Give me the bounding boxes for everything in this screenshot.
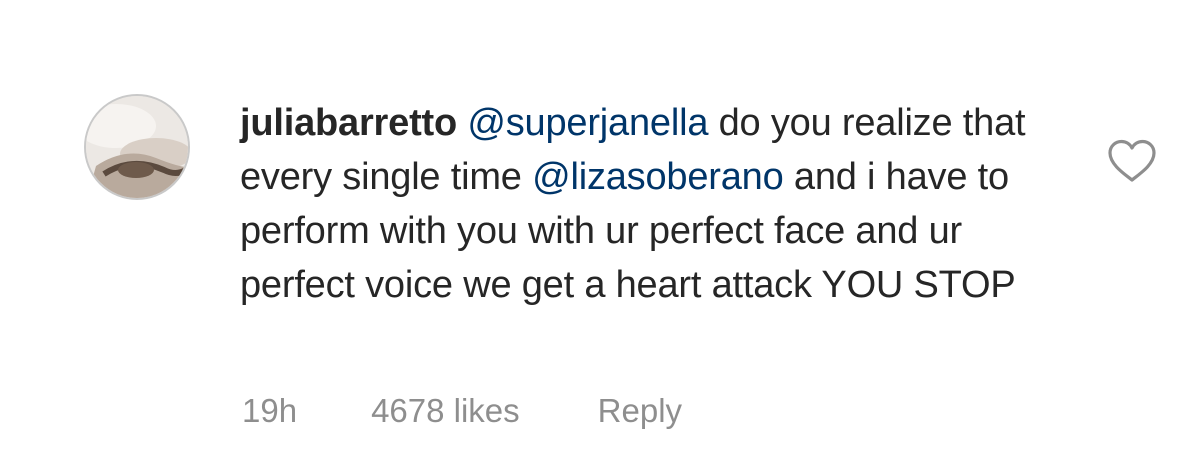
avatar[interactable] bbox=[84, 94, 190, 200]
comment-username[interactable]: juliabarretto bbox=[240, 102, 457, 144]
avatar-image bbox=[86, 96, 188, 198]
comment-body: juliabarretto @superjanella do you reali… bbox=[240, 96, 1080, 312]
mention-superjanella[interactable]: @superjanella bbox=[467, 102, 708, 144]
heart-outline-icon[interactable] bbox=[1106, 138, 1158, 184]
comment-time: 19h bbox=[242, 392, 298, 429]
mention-lizasoberano[interactable]: @lizasoberano bbox=[532, 156, 784, 198]
comment-likes[interactable]: 4678 likes bbox=[371, 392, 520, 429]
reply-button[interactable]: Reply bbox=[598, 392, 682, 429]
comment-meta: 19h 4678 likes Reply bbox=[242, 392, 682, 430]
